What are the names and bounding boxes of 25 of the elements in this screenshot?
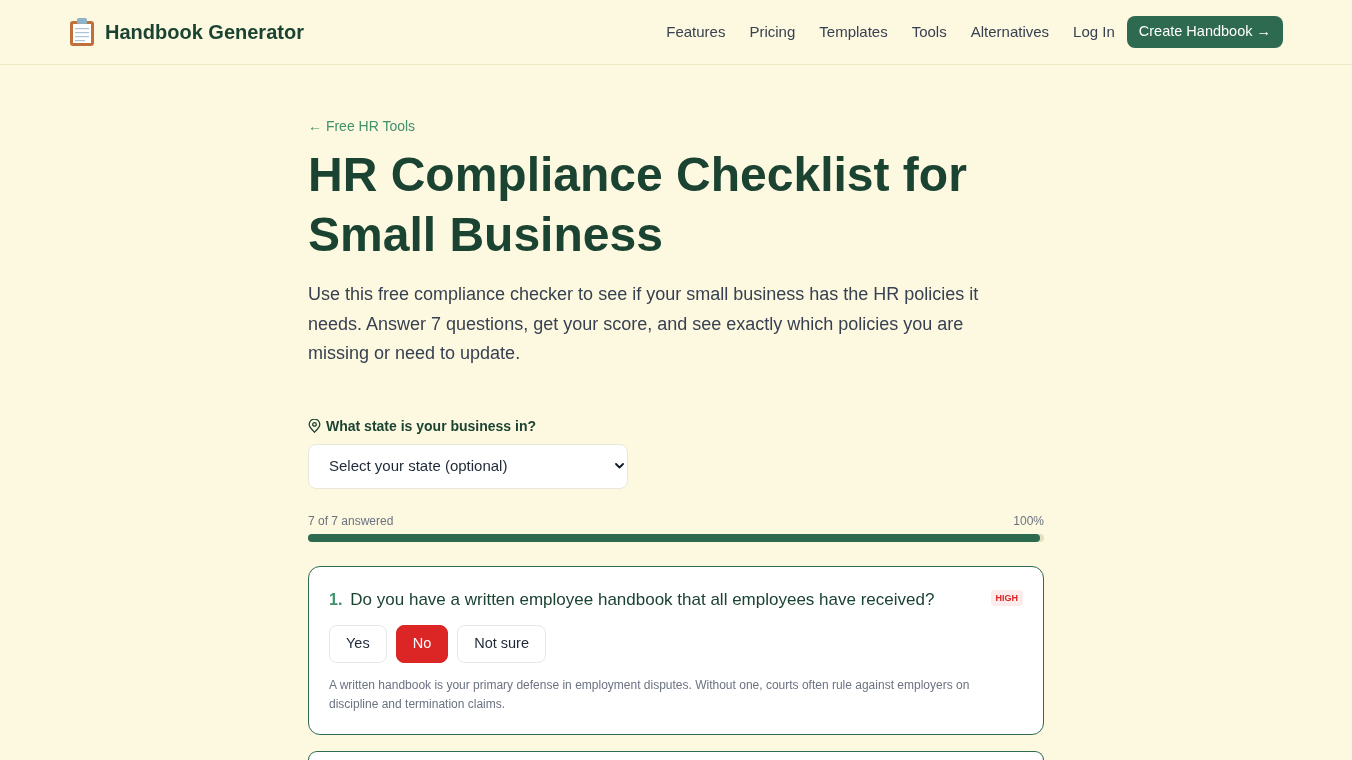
nav-link[interactable]: Templates [819, 20, 888, 44]
intro-paragraph: Use this free compliance checker to see if your small business has the HR policies it needs. Answer 7 questions, get your score, and see exactly which policies you are missing or need to update. [308, 283, 980, 365]
nav-link[interactable]: Pricing [749, 20, 796, 44]
nav-link[interactable]: Alternatives [970, 20, 1050, 44]
map-pin-icon [308, 418, 321, 433]
page-title: HR Compliance Checklist for Small Business [308, 147, 968, 263]
progress-count: 7 of 7 answered [308, 512, 394, 529]
answer-button[interactable]: No [395, 624, 449, 663]
back-link[interactable]: ← Free HR Tools [308, 116, 416, 136]
nav-link[interactable]: Tools [911, 20, 947, 44]
create-handbook-button[interactable]: Create Handbook → [1126, 16, 1283, 48]
state-select[interactable]: Select your state (optional) [308, 443, 628, 489]
nav-link[interactable]: Features [666, 20, 726, 44]
answer-button[interactable]: Yes [329, 624, 387, 663]
chevron-down-icon [615, 462, 624, 469]
clipboard-icon [69, 18, 95, 46]
question-text: Do you have a written employee handbook that all employees have received? [350, 588, 935, 611]
progress-percent: 100% [1013, 512, 1044, 529]
question-number: 1. [329, 589, 343, 610]
question-explanation: A written handbook is your primary defense in employment disputes. Without one, courts often rule against employers on discipline and termination claims. [329, 676, 971, 713]
answer-button[interactable]: Not sure [457, 624, 546, 663]
state-question-label: What state is your business in? [326, 416, 537, 436]
nav-link[interactable]: Log In [1073, 20, 1115, 44]
priority-badge: HIGH [990, 589, 1023, 606]
brand-logo-text[interactable]: Handbook Generator [105, 17, 304, 47]
